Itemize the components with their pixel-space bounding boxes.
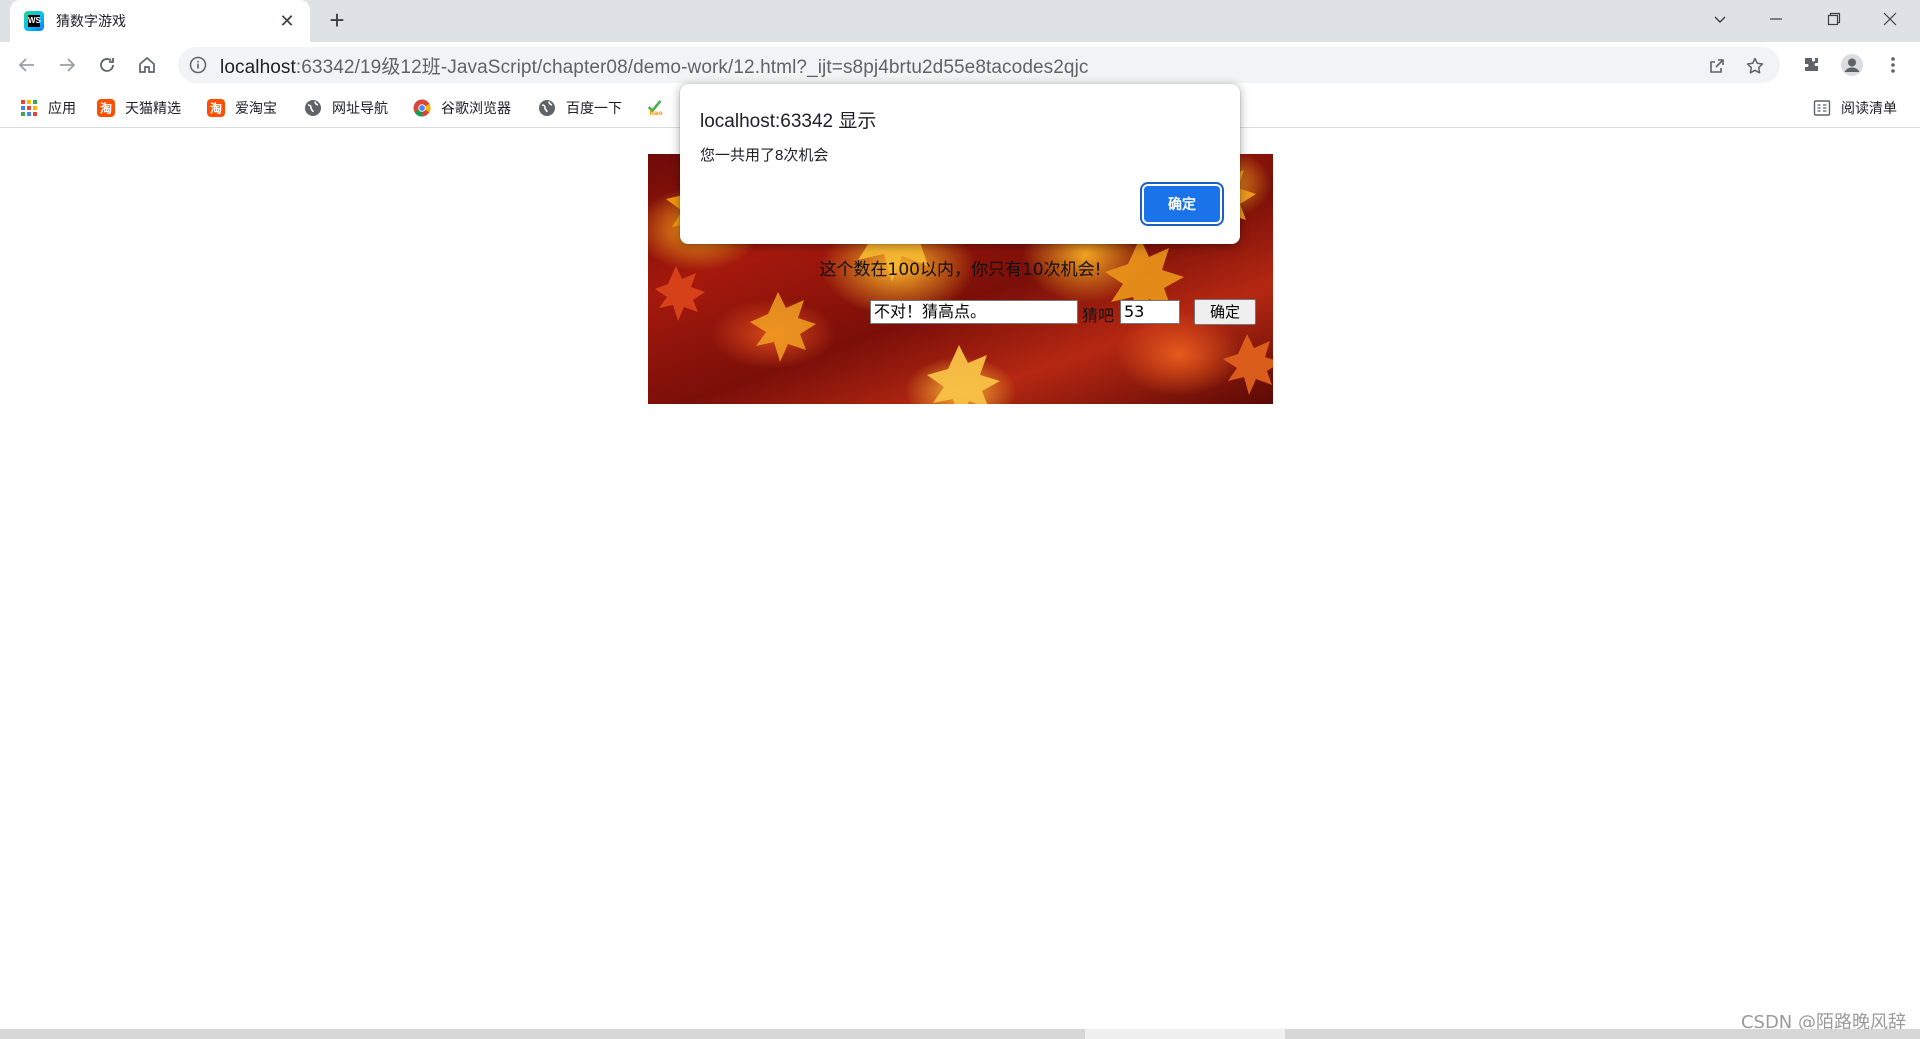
tab-search-button[interactable] — [1692, 0, 1748, 38]
chevron-down-icon — [1714, 16, 1726, 23]
dialog-title: localhost:63342 显示 — [700, 111, 877, 132]
bookmark-tmall[interactable]: 淘 天猫精选 — [97, 96, 181, 120]
feedback-field[interactable]: 不对！猜高点。 — [870, 300, 1078, 324]
arrow-right-icon — [60, 58, 76, 72]
guess-label: 猜吧 — [1082, 306, 1115, 325]
home-button[interactable] — [132, 50, 162, 80]
browser-tab-active[interactable]: WS 猜数字游戏 ✕ — [10, 0, 310, 42]
bookmark-hao[interactable]: hao — [647, 96, 675, 120]
svg-text:淘: 淘 — [100, 101, 112, 116]
bookmark-label: 天猫精选 — [125, 100, 181, 116]
taobao-icon: 淘 — [207, 99, 225, 117]
svg-text:淘: 淘 — [210, 101, 222, 116]
new-tab-button[interactable]: + — [322, 6, 352, 36]
tab-close-icon[interactable]: ✕ — [276, 11, 298, 32]
menu-button[interactable] — [1878, 50, 1908, 80]
back-button[interactable] — [12, 50, 42, 80]
chrome-icon — [413, 99, 431, 117]
tab-title: 猜数字游戏 — [56, 13, 126, 29]
minimize-button[interactable] — [1748, 0, 1804, 38]
game-hint-text: 这个数在100以内，你只有10次机会! — [819, 260, 1102, 280]
url-host: localhost — [220, 56, 296, 78]
bookmark-label: 百度一下 — [566, 100, 622, 116]
bookmark-aitaobao[interactable]: 淘 爱淘宝 — [207, 96, 277, 120]
puzzle-icon — [1805, 58, 1818, 71]
close-window-button[interactable] — [1862, 0, 1918, 38]
bookmark-google-chrome[interactable]: 谷歌浏览器 — [413, 96, 511, 120]
hao-icon: hao — [647, 99, 665, 117]
site-info-icon[interactable] — [188, 55, 208, 75]
svg-text:hao: hao — [649, 110, 663, 117]
globe-icon — [538, 99, 556, 117]
reading-list-button[interactable]: 阅读清单 — [1813, 96, 1897, 120]
reading-list-label: 阅读清单 — [1841, 100, 1897, 116]
home-icon — [139, 56, 155, 73]
reload-button[interactable] — [92, 50, 122, 80]
restore-button[interactable] — [1806, 0, 1862, 38]
bookmark-apps[interactable]: 应用 — [20, 96, 76, 120]
avatar-icon — [1841, 54, 1863, 76]
taobao-icon: 淘 — [97, 99, 115, 117]
reload-icon — [100, 58, 114, 72]
horizontal-scrollbar[interactable] — [0, 1029, 1920, 1039]
address-bar[interactable]: localhost:63342/19级12班-JavaScript/chapte… — [178, 47, 1780, 83]
tab-strip: WS 猜数字游戏 ✕ + — [0, 0, 1920, 42]
bookmark-label: 应用 — [48, 100, 76, 116]
browser-toolbar: localhost:63342/19级12班-JavaScript/chapte… — [0, 42, 1920, 88]
submit-guess-button[interactable]: 确定 — [1194, 299, 1256, 325]
globe-icon — [304, 99, 322, 117]
webstorm-favicon-icon: WS — [24, 11, 44, 31]
profile-button[interactable] — [1837, 50, 1867, 80]
apps-grid-icon — [20, 99, 38, 117]
extensions-button[interactable] — [1797, 50, 1827, 80]
bookmark-label: 谷歌浏览器 — [441, 100, 511, 116]
dialog-message: 您一共用了8次机会 — [700, 147, 829, 164]
bookmark-label: 爱淘宝 — [235, 100, 277, 116]
restore-icon — [1827, 12, 1841, 26]
alert-dialog: localhost:63342 显示 您一共用了8次机会 确定 — [680, 84, 1240, 244]
minimize-icon — [1770, 18, 1782, 20]
bookmark-star-icon[interactable] — [1744, 55, 1766, 77]
bookmark-url-nav[interactable]: 网址导航 — [304, 96, 388, 120]
url-text: localhost:63342/19级12班-JavaScript/chapte… — [220, 52, 1089, 79]
bookmark-baidu[interactable]: 百度一下 — [538, 96, 622, 120]
close-icon — [1883, 12, 1897, 26]
reading-list-icon — [1813, 99, 1831, 117]
forward-button[interactable] — [52, 50, 82, 80]
guess-input[interactable]: 53 — [1120, 300, 1180, 324]
scrollbar-thumb[interactable] — [1085, 1029, 1285, 1039]
dialog-ok-button[interactable]: 确定 — [1144, 186, 1220, 222]
url-path: :63342/19级12班-JavaScript/chapter08/demo-… — [295, 56, 1089, 78]
share-icon[interactable] — [1706, 55, 1728, 77]
more-vertical-icon — [1891, 57, 1895, 73]
bookmark-label: 网址导航 — [332, 100, 388, 116]
arrow-left-icon — [18, 58, 34, 72]
